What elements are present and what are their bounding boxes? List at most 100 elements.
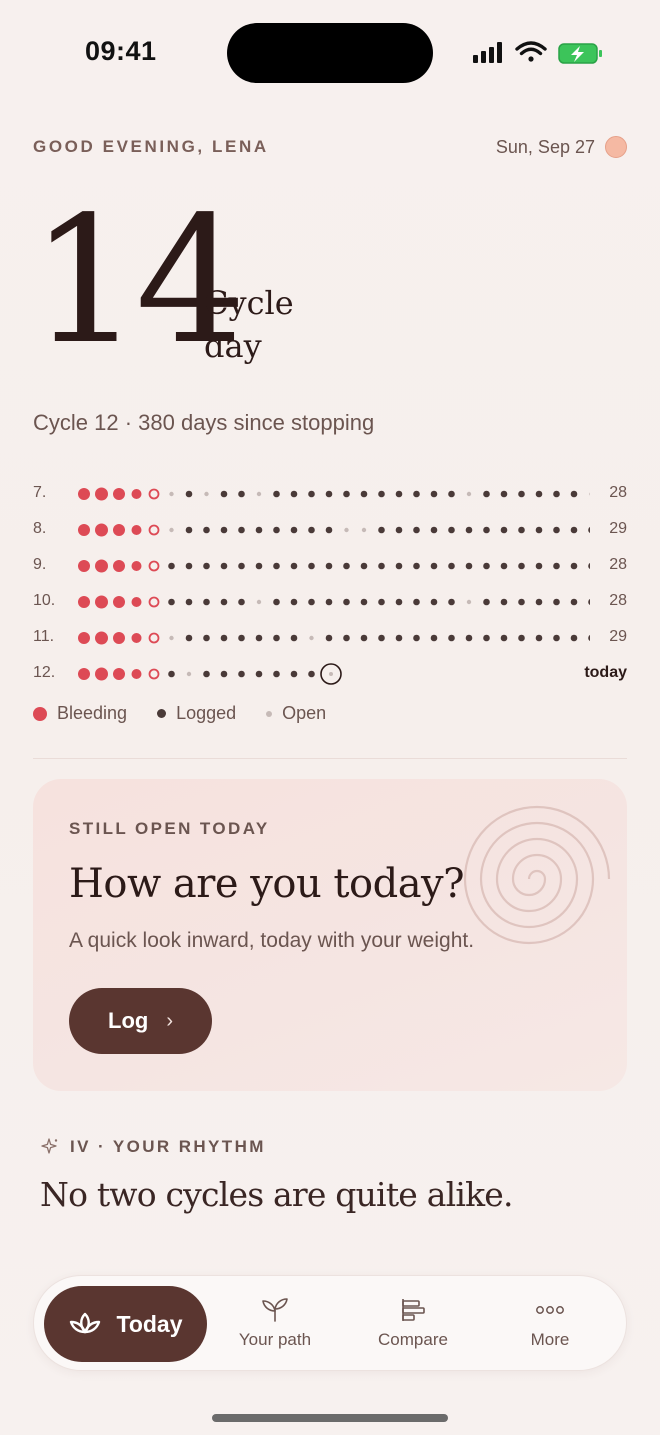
logged-dot [500, 526, 508, 534]
cycle-day-label: Cycle day [204, 284, 294, 365]
logged-dot [500, 634, 508, 642]
logged-dot [273, 526, 280, 534]
logged-dot [500, 490, 508, 498]
legend-logged-label: Logged [176, 703, 237, 723]
logged-dot [308, 526, 315, 534]
logged-dot [553, 598, 560, 606]
logged-dot [325, 562, 333, 570]
logged-dot [220, 526, 228, 534]
cycle-number: 7. [33, 484, 47, 501]
cycle-row[interactable]: 8. 29 [0, 513, 660, 549]
logged-dot [255, 670, 263, 678]
logged-dot [535, 562, 543, 570]
logged-dot [465, 526, 473, 534]
bleeding-dot [131, 633, 142, 643]
logged-dot [168, 562, 175, 570]
logged-dot [325, 634, 333, 642]
status-time: 09:41 [85, 36, 157, 66]
cycle-dots [78, 487, 590, 501]
logged-dot [203, 634, 210, 642]
moon-phase-icon[interactable] [605, 136, 627, 158]
signal-icon [473, 42, 502, 63]
legend-open-label: Open [282, 703, 327, 723]
logged-dot [203, 598, 210, 606]
legend: Bleeding Logged Open [33, 703, 326, 724]
logged-dot [220, 490, 228, 498]
cycle-row[interactable]: 9. 28 [0, 549, 660, 585]
tab-compare[interactable]: Compare [343, 1286, 483, 1362]
tab-today[interactable]: Today [44, 1286, 207, 1362]
logged-dot [588, 527, 590, 533]
open-dot [186, 671, 192, 677]
logged-dot [500, 598, 508, 606]
logged-dot [343, 490, 350, 498]
logged-dot [203, 670, 210, 678]
logged-dot [273, 670, 280, 678]
cycle-length: today [584, 664, 627, 681]
logged-dot [518, 490, 525, 498]
open-dot [256, 491, 262, 497]
logged-dot [378, 634, 385, 642]
card-title: How are you today? [69, 861, 465, 907]
cycle-summary: Cycle 12 · 380 days since stopping [33, 410, 375, 435]
bleeding-dot [78, 668, 90, 680]
logged-dot [308, 562, 315, 570]
logged-dot [378, 526, 385, 534]
cycle-row[interactable]: 12. today [0, 657, 660, 693]
status-bar: 09:41 [0, 0, 660, 100]
logged-dot [238, 526, 245, 534]
open-dot [169, 635, 174, 641]
logged-dot [483, 634, 490, 642]
logged-dot [325, 598, 333, 606]
logged-dot [220, 634, 228, 642]
logged-dot [465, 562, 473, 570]
bleeding-dot [95, 631, 108, 645]
logged-dot [413, 526, 420, 534]
legend-open: Open [266, 703, 326, 724]
logged-dot [448, 562, 455, 570]
logged-dot [185, 526, 193, 534]
logged-dot [168, 670, 175, 678]
bleeding-dot [131, 489, 142, 499]
log-button-label: Log [108, 1008, 149, 1033]
cycle-length: 28 [609, 556, 627, 573]
logged-dot-icon [157, 709, 167, 718]
legend-bleeding-label: Bleeding [57, 703, 128, 723]
logged-dot [483, 490, 490, 498]
tab-today-label: Today [116, 1310, 183, 1337]
logged-dot [220, 670, 228, 678]
logged-dot [343, 562, 350, 570]
tab-your-path[interactable]: Your path [207, 1286, 343, 1362]
open-dot [256, 599, 262, 605]
cycle-number: 11. [33, 628, 55, 645]
cycle-row[interactable]: 7. 28 [0, 477, 660, 513]
spotting-dot [148, 632, 160, 644]
cycle-dots [78, 631, 590, 645]
logged-dot [343, 598, 350, 606]
lotus-icon [70, 1312, 101, 1334]
logged-dot [378, 598, 385, 606]
cycle-number: 12. [33, 664, 56, 681]
date-text: Sun, Sep 27 [495, 136, 595, 157]
bleeding-dot [95, 487, 108, 501]
bleeding-dot [131, 525, 142, 535]
logged-dot [360, 490, 368, 498]
cycle-row[interactable]: 10. 28 [0, 585, 660, 621]
logged-dot [570, 562, 578, 570]
cycle-row[interactable]: 11. 29 [0, 621, 660, 657]
logged-dot [413, 598, 420, 606]
logged-dot [308, 490, 315, 498]
logged-dot [185, 562, 193, 570]
logged-dot [290, 562, 298, 570]
bleeding-dot [78, 488, 90, 500]
logged-dot [430, 634, 438, 642]
logged-dot [290, 670, 298, 678]
tab-more[interactable]: More [483, 1286, 617, 1362]
log-button[interactable]: Log › [69, 988, 212, 1054]
logged-dot [430, 598, 438, 606]
sparkle-icon [41, 1138, 58, 1154]
logged-dot [255, 634, 263, 642]
logged-dot [570, 490, 578, 498]
logged-dot [220, 562, 228, 570]
logged-dot [535, 490, 543, 498]
